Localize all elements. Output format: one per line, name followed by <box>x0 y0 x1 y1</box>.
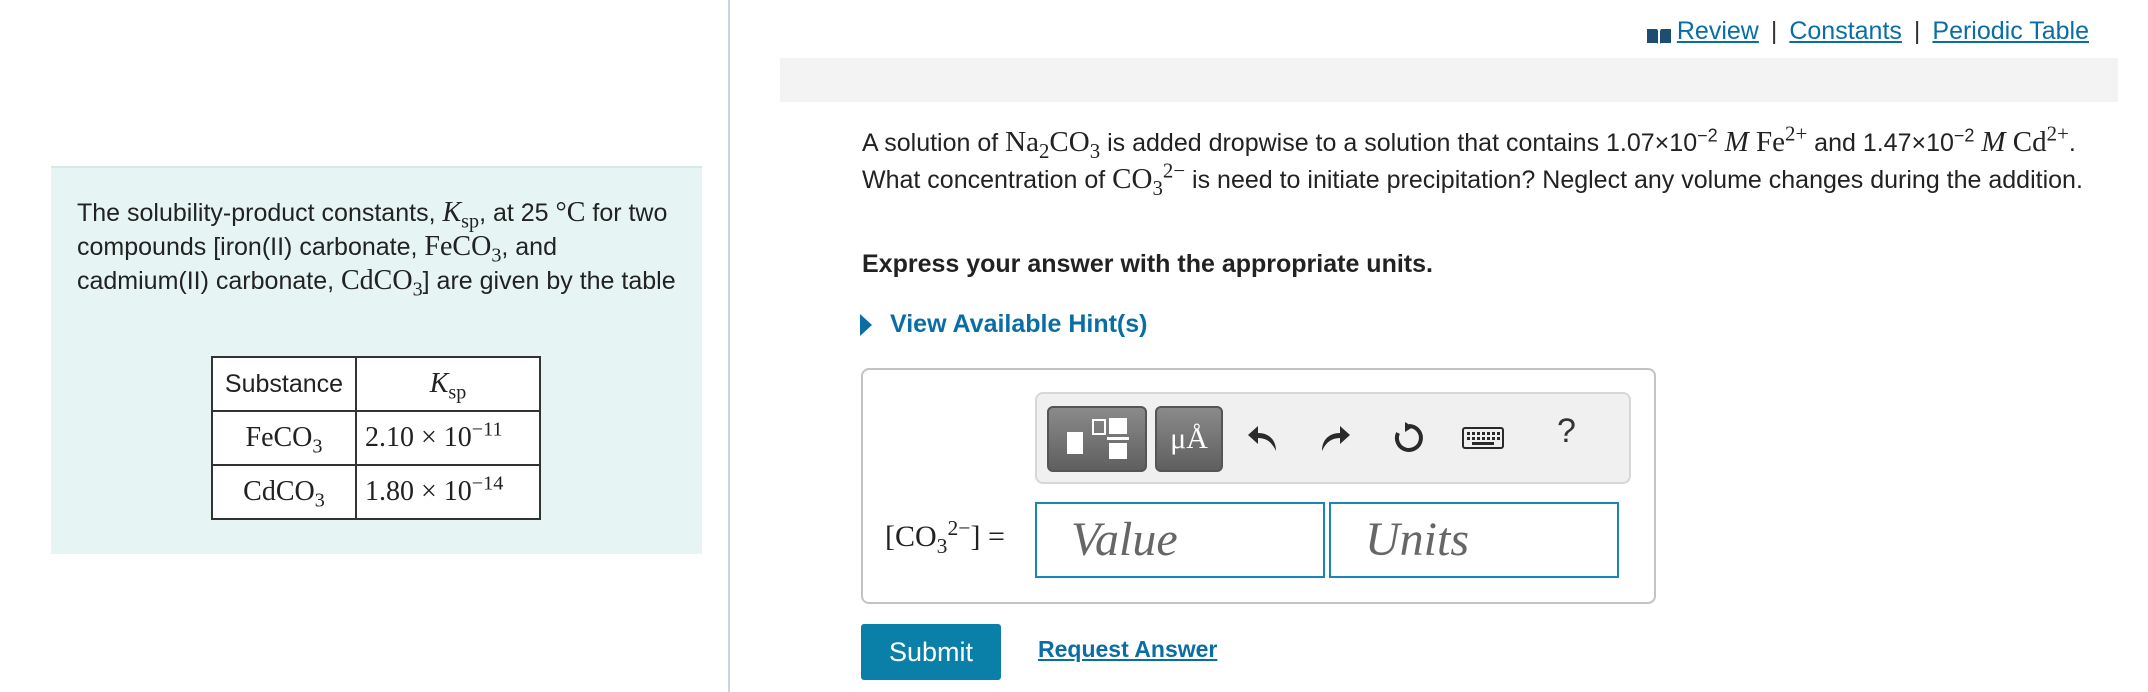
reset-icon[interactable] <box>1389 418 1429 458</box>
constants-link[interactable]: Constants <box>1789 17 1902 46</box>
problem-intro-text: The solubility-product constants, Ksp, a… <box>77 197 676 301</box>
units-input[interactable]: Units <box>1329 502 1619 578</box>
part-header-bar <box>780 58 2118 102</box>
header-substance: Substance <box>211 356 357 412</box>
table-row: CdCO3 1.80 × 10−14 <box>211 464 541 520</box>
fraction-template-icon <box>1067 418 1129 459</box>
redo-icon[interactable] <box>1315 418 1355 458</box>
header-ksp: Ksp <box>355 356 541 412</box>
substance-cell: CdCO3 <box>211 464 357 520</box>
value-input[interactable]: Value <box>1035 502 1325 578</box>
answer-box: μÅ ? [CO32−] = Value Units <box>861 368 1656 604</box>
table-row: FeCO3 2.10 × 10−11 <box>211 410 541 466</box>
submit-button[interactable]: Submit <box>861 624 1001 680</box>
substance-cell: FeCO3 <box>211 410 357 466</box>
question-text: A solution of Na2CO3 is added dropwise t… <box>862 121 2083 200</box>
answer-instruction: Express your answer with the appropriate… <box>862 250 1433 278</box>
hint-label: View Available Hint(s) <box>890 310 1148 338</box>
ksp-table: Substance Ksp FeCO3 2.10 × 10−11 CdCO3 1… <box>211 356 541 520</box>
view-hints-toggle[interactable]: View Available Hint(s) <box>860 310 1147 339</box>
answer-label: [CO32−] = <box>885 516 1005 558</box>
resource-links: Review | Constants | Periodic Table <box>1645 17 2089 46</box>
ksp-value-cell: 2.10 × 10−11 <box>355 410 541 466</box>
ksp-value-cell: 1.80 × 10−14 <box>355 464 541 520</box>
math-toolbar: μÅ ? <box>1035 392 1631 484</box>
keyboard-icon[interactable] <box>1461 418 1505 458</box>
templates-button[interactable] <box>1047 406 1147 472</box>
caret-right-icon <box>860 313 872 336</box>
units-button[interactable]: μÅ <box>1155 406 1223 472</box>
link-separator: | <box>1913 17 1921 45</box>
review-link[interactable]: Review <box>1677 17 1759 46</box>
periodic-table-link[interactable]: Periodic Table <box>1932 17 2089 46</box>
help-button[interactable]: ? <box>1557 412 1576 451</box>
table-header-row: Substance Ksp <box>211 356 541 412</box>
link-separator: | <box>1770 17 1778 45</box>
problem-intro-panel: The solubility-product constants, Ksp, a… <box>51 166 702 554</box>
request-answer-link[interactable]: Request Answer <box>1038 636 1217 663</box>
book-icon <box>1645 23 1673 44</box>
column-divider <box>728 0 730 692</box>
undo-icon[interactable] <box>1243 418 1283 458</box>
